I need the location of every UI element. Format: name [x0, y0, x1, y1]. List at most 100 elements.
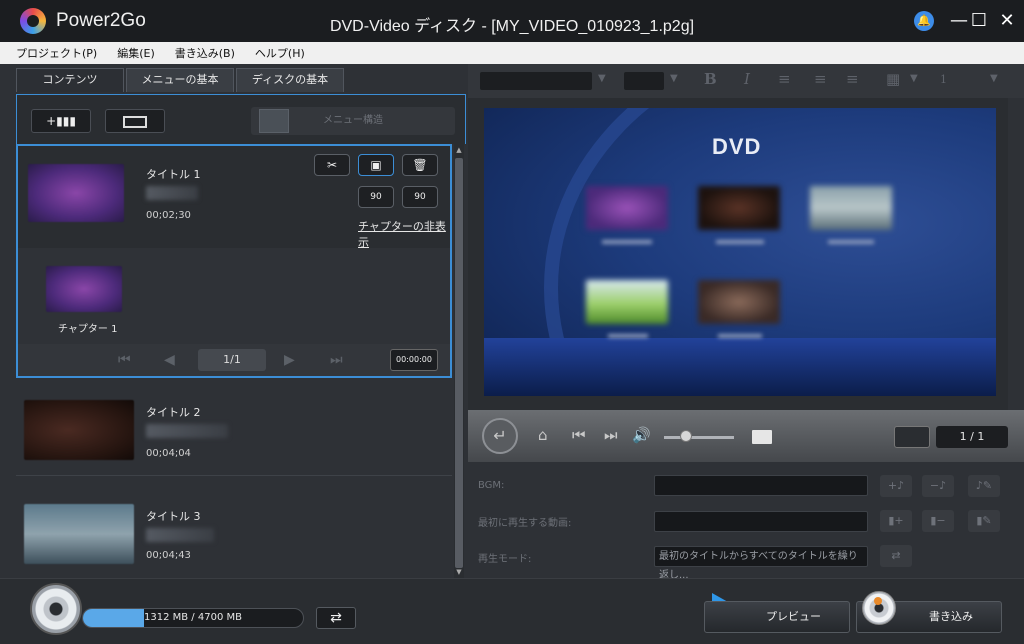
- chevron-down-icon[interactable]: ▼: [670, 73, 678, 84]
- menu-thumb-1[interactable]: [586, 186, 668, 230]
- chevron-down-icon[interactable]: ▼: [598, 73, 606, 84]
- player-controls: ↵ ⌂ ⏮ ⏭ 🔊 1 / 1: [468, 410, 1024, 462]
- edit-bgm-button[interactable]: ♪✎: [968, 475, 1000, 497]
- bgm-field[interactable]: [654, 475, 868, 496]
- title-item-3[interactable]: タイトル 3 00;04;43: [16, 480, 452, 576]
- remove-first-play-button[interactable]: ▮−: [922, 510, 954, 532]
- home-icon[interactable]: ⌂: [538, 426, 548, 444]
- menu-help[interactable]: ヘルプ(H): [255, 45, 305, 61]
- chapter-thumbnail[interactable]: [46, 266, 122, 312]
- power2go-logo: [20, 8, 46, 34]
- bgm-label: BGM:: [478, 480, 505, 491]
- delete-button[interactable]: 🗑: [402, 154, 438, 176]
- add-first-play-button[interactable]: ▮+: [880, 510, 912, 532]
- first-play-field[interactable]: [654, 511, 868, 532]
- hide-chapters-link[interactable]: チャプターの非表示: [358, 218, 450, 250]
- title-subtitle-blurred: [146, 528, 214, 542]
- screen-icon: [123, 115, 147, 128]
- close-button[interactable]: ✕: [994, 8, 1020, 34]
- maximize-button[interactable]: ☐: [966, 8, 992, 34]
- prev-page-icon[interactable]: ◀: [164, 352, 175, 368]
- menu-thumb-4[interactable]: [586, 280, 668, 324]
- title-item-2[interactable]: タイトル 2 00;04;04: [16, 380, 452, 476]
- menu-thumb-2[interactable]: [698, 186, 780, 230]
- tab-menu-settings[interactable]: メニューの基本設定: [126, 68, 234, 108]
- align-left-icon[interactable]: ≡: [778, 70, 791, 88]
- title-duration: 00;02;30: [146, 210, 191, 221]
- spacing-value[interactable]: 1: [940, 73, 947, 86]
- add-video-button[interactable]: +▮▮▮: [31, 109, 91, 133]
- title-thumbnail: [28, 164, 124, 222]
- menu-thumb-5[interactable]: [698, 280, 780, 324]
- title-item-1[interactable]: タイトル 1 00;02;30 ✂ ▣ 🗑 90 90 チャプターの非表示 チャ…: [16, 144, 452, 378]
- chevron-down-icon[interactable]: ▼: [910, 73, 918, 84]
- title-subtitle-blurred: [146, 186, 198, 200]
- play-mode-select[interactable]: 最初のタイトルからすべてのタイトルを繰り返し...: [654, 546, 868, 581]
- first-play-label: 最初に再生する動画:: [478, 518, 572, 529]
- app-name: Power2Go: [56, 10, 146, 31]
- align-right-icon[interactable]: ≡: [846, 70, 859, 88]
- volume-icon[interactable]: 🔊: [632, 426, 651, 444]
- scroll-up-icon[interactable]: ▲: [455, 146, 463, 156]
- capacity-text: 1312 MB / 4700 MB: [144, 612, 242, 623]
- bold-icon[interactable]: B: [704, 70, 717, 88]
- last-page-icon[interactable]: ⏭: [330, 352, 343, 368]
- play-mode-settings-button[interactable]: ⇄: [880, 545, 912, 567]
- remove-bgm-button[interactable]: −♪: [922, 475, 954, 497]
- font-size-select[interactable]: [624, 72, 664, 90]
- menu-project[interactable]: プロジェクト(P): [16, 45, 97, 61]
- volume-slider-track[interactable]: [664, 436, 734, 439]
- menu-caption-3: [828, 240, 874, 244]
- preview-button[interactable]: プレビュー: [704, 601, 850, 633]
- notification-bell-icon[interactable]: 🔔: [914, 11, 934, 31]
- previous-icon[interactable]: ⏮: [572, 426, 586, 444]
- title-name: タイトル 3: [146, 510, 201, 523]
- volume-slider-knob[interactable]: [680, 430, 692, 442]
- disc-type-switch-button[interactable]: ⇄: [316, 607, 356, 629]
- scissors-icon: ✂: [326, 158, 338, 172]
- title-name: タイトル 2: [146, 406, 201, 419]
- font-family-select[interactable]: [480, 72, 592, 90]
- chapter-time-button[interactable]: 00:00:00: [390, 349, 438, 371]
- chevron-down-icon[interactable]: ▼: [990, 73, 998, 84]
- title-list: タイトル 1 00;02;30 ✂ ▣ 🗑 90 90 チャプターの非表示 チャ…: [16, 144, 466, 578]
- next-page-icon[interactable]: ▶: [284, 352, 295, 368]
- layout-grid-icon[interactable]: ▦: [886, 70, 900, 88]
- screen-mode-button[interactable]: [894, 426, 930, 448]
- dvd-menu-preview[interactable]: DVD: [484, 108, 996, 396]
- menu-caption-1: [602, 240, 652, 244]
- rotate-right-button[interactable]: 90: [402, 186, 438, 208]
- title-list-scrollbar[interactable]: ▲ ▼: [454, 144, 464, 578]
- chapter-button[interactable]: ▣: [358, 154, 394, 176]
- menu-burn[interactable]: 書き込み(B): [175, 45, 235, 61]
- menu-list-icon[interactable]: [752, 430, 772, 444]
- menu-structure-icon: [259, 109, 289, 133]
- play-mode-label: 再生モード:: [478, 554, 532, 565]
- trim-button[interactable]: ✂: [314, 154, 350, 176]
- menu-structure-button[interactable]: メニュー構造: [251, 107, 455, 135]
- rotate-left-button[interactable]: 90: [358, 186, 394, 208]
- scrollbar-thumb[interactable]: [455, 158, 463, 568]
- italic-icon[interactable]: I: [744, 70, 750, 88]
- app-window: Power2Go DVD-Video ディスク - [MY_VIDEO_0109…: [0, 0, 1024, 644]
- burn-indicator-icon: [874, 597, 882, 605]
- edit-first-play-button[interactable]: ▮✎: [968, 510, 1000, 532]
- menu-preview-frame: DVD: [468, 98, 1008, 410]
- menu-edit[interactable]: 編集(E): [117, 45, 155, 61]
- tab-disc-settings[interactable]: ディスクの基本設定: [236, 68, 344, 108]
- scroll-down-icon[interactable]: ▼: [455, 568, 463, 578]
- chapter-icon: ▣: [370, 158, 382, 172]
- next-icon[interactable]: ⏭: [604, 426, 618, 444]
- tab-contents[interactable]: コンテンツ: [16, 68, 124, 92]
- align-center-icon[interactable]: ≡: [814, 70, 827, 88]
- title-name: タイトル 1: [146, 168, 201, 181]
- add-bgm-button[interactable]: +♪: [880, 475, 912, 497]
- content-panel: コンテンツ メニューの基本設定 ディスクの基本設定 +▮▮▮ メニュー構造 タイ…: [16, 68, 466, 578]
- display-mode-button[interactable]: [105, 109, 165, 133]
- enter-button[interactable]: ↵: [482, 418, 518, 454]
- menu-thumb-3[interactable]: [810, 186, 892, 230]
- menu-structure-label: メニュー構造: [323, 115, 383, 126]
- preview-panel: ▼ ▼ B I ≡ ≡ ≡ ▦ ▼ 1 ▼ DVD ↵ ⌂ ⏮ ⏭ 🔊 1 / …: [468, 64, 1024, 581]
- rotate-right-icon: 90: [414, 192, 426, 202]
- first-page-icon[interactable]: ⏮: [118, 352, 131, 368]
